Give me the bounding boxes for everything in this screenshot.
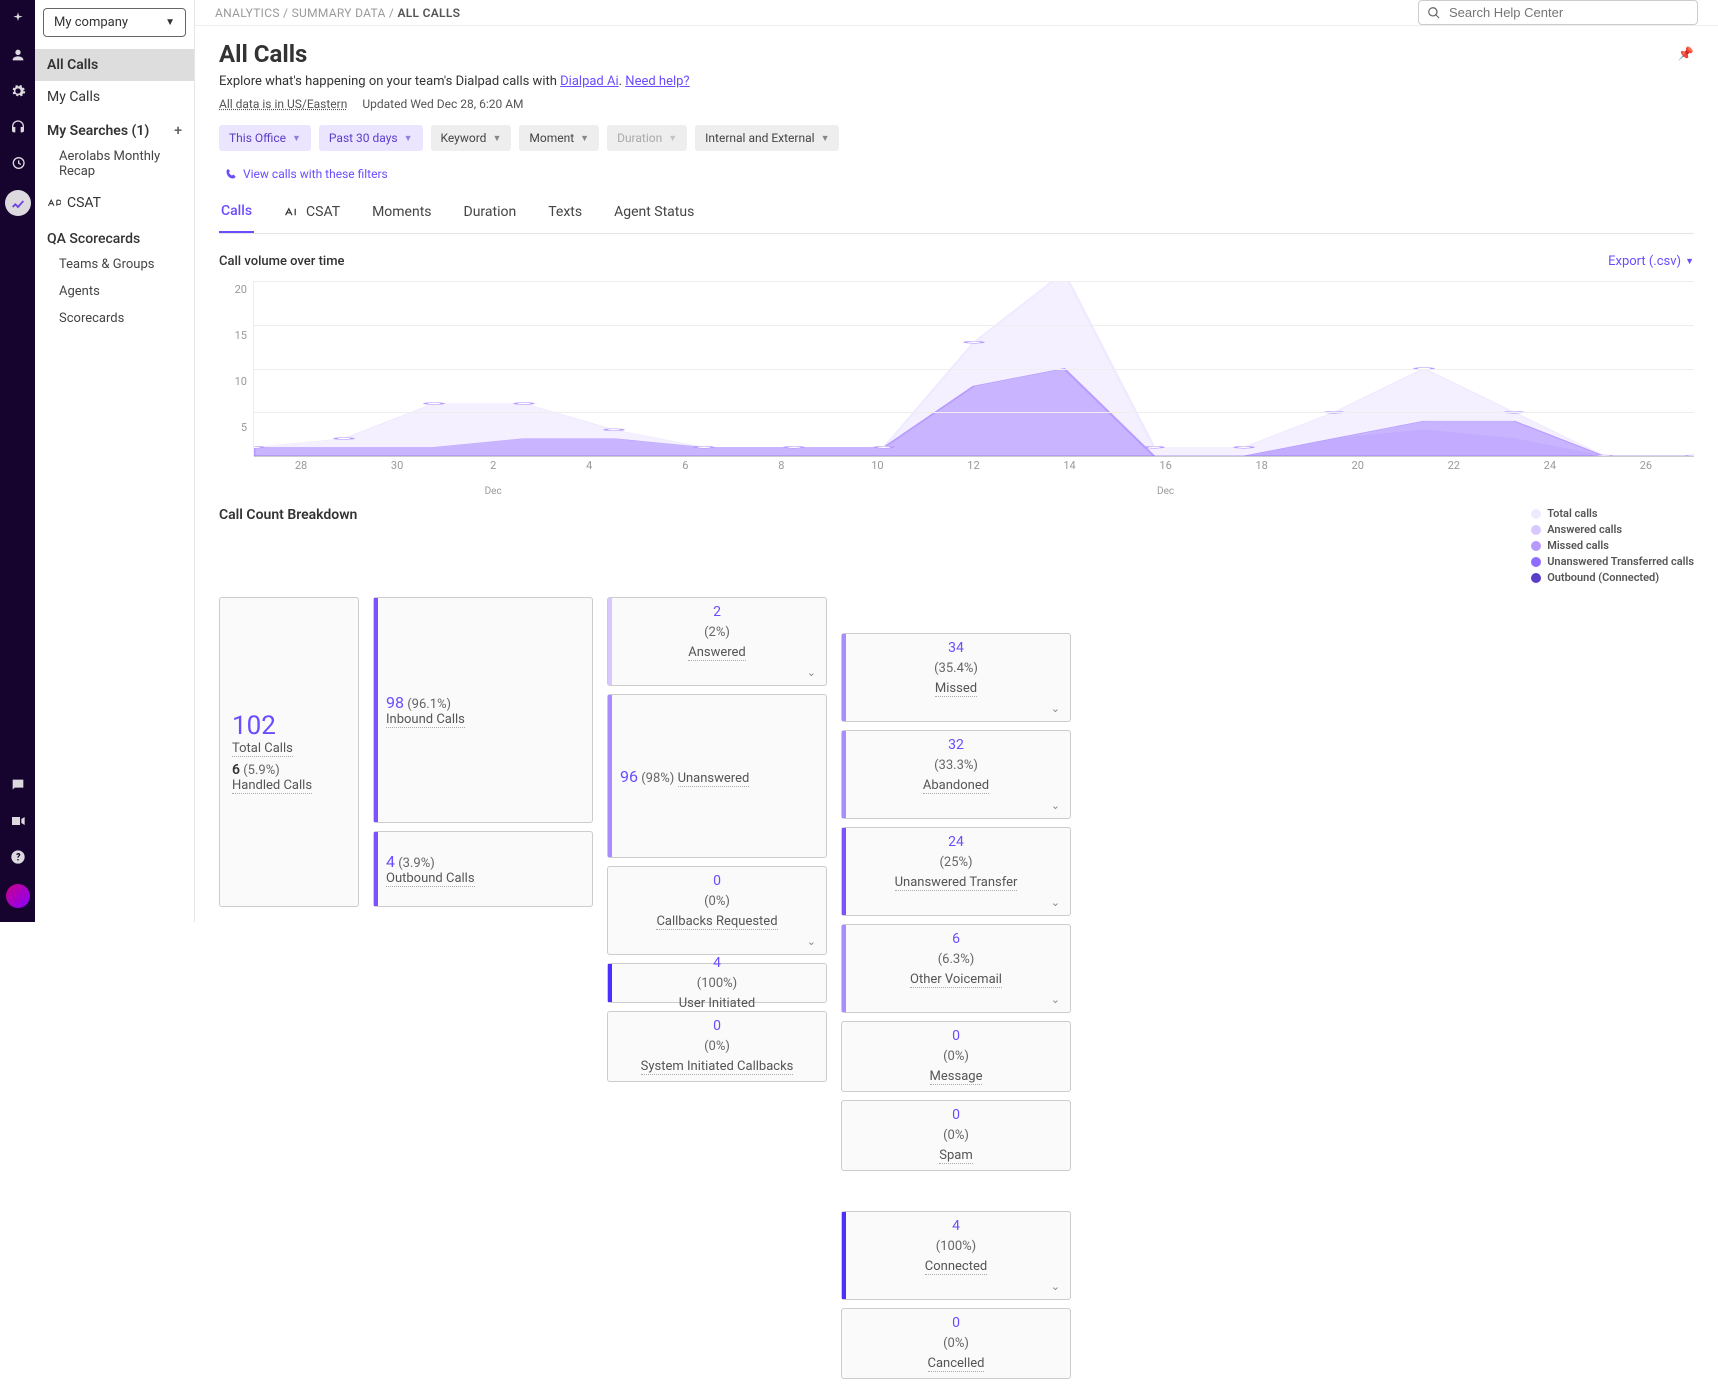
left-rail <box>0 0 35 922</box>
help-icon[interactable] <box>9 848 27 866</box>
x-axis: 28302Dec46810121416Dec1820222426 <box>253 459 1694 483</box>
legend-item: Total calls <box>1531 507 1694 520</box>
breadcrumb: ANALYTICS / SUMMARY DATA / ALL CALLS <box>215 6 460 20</box>
search-input[interactable] <box>1449 5 1689 20</box>
ai-csat-icon <box>47 198 61 208</box>
card-inbound: 98 (96.1%) Inbound Calls <box>373 597 593 823</box>
card-other-voicemail[interactable]: 6(6.3%)Other Voicemail⌄ <box>841 924 1071 1013</box>
subtitle: Explore what's happening on your team's … <box>219 74 1694 89</box>
view-calls-link[interactable]: View calls with these filters <box>225 167 1694 181</box>
search-icon <box>1427 6 1441 20</box>
filters: This Office▼ Past 30 days▼ Keyword▼ Moment▼… <box>219 125 1694 151</box>
filter-this-office[interactable]: This Office▼ <box>219 125 311 151</box>
main: ANALYTICS / SUMMARY DATA / ALL CALLS All… <box>195 0 1718 922</box>
chat-icon[interactable] <box>9 776 27 794</box>
card-abandoned[interactable]: 32(33.3%)Abandoned⌄ <box>841 730 1071 819</box>
card-callbacks-requested[interactable]: 0(0%)Callbacks Requested⌄ <box>607 866 827 955</box>
card-missed[interactable]: 34(35.4%)Missed⌄ <box>841 633 1071 722</box>
company-select[interactable]: My company ▼ <box>43 8 186 37</box>
breakdown: 102 Total Calls 6 (5.9%) Handled Calls 9… <box>219 597 1694 1379</box>
export-button[interactable]: Export (.csv)▼ <box>1608 254 1694 269</box>
filter-moment[interactable]: Moment▼ <box>519 125 599 151</box>
sidebar-qa-agents[interactable]: Agents <box>35 278 194 305</box>
chevron-down-icon[interactable]: ⌄ <box>1051 1280 1060 1293</box>
legend-item: Missed calls <box>1531 539 1694 552</box>
dialpad-ai-link[interactable]: Dialpad Ai <box>560 74 619 89</box>
chevron-down-icon[interactable]: ⌄ <box>807 935 816 948</box>
card-cancelled: 0(0%)Cancelled <box>841 1308 1071 1379</box>
timezone-link[interactable]: All data is in US/Eastern <box>219 97 347 111</box>
sparkle-icon[interactable] <box>9 10 27 28</box>
filter-past-30-days[interactable]: Past 30 days▼ <box>319 125 423 151</box>
video-icon[interactable] <box>9 812 27 830</box>
filter-duration[interactable]: Duration▼ <box>607 125 687 151</box>
need-help-link[interactable]: Need help? <box>625 74 689 89</box>
analytics-icon[interactable] <box>5 190 31 216</box>
headset-icon[interactable] <box>9 118 27 136</box>
search-help[interactable] <box>1418 0 1698 25</box>
sidebar-qa-scorecards[interactable]: QA Scorecards <box>35 221 194 251</box>
tabs: Calls CSAT Moments Duration Texts Agent Statu… <box>219 191 1694 234</box>
history-icon[interactable] <box>9 154 27 172</box>
legend-item: Answered calls <box>1531 523 1694 536</box>
tab-csat[interactable]: CSAT <box>282 191 342 233</box>
card-unanswered: 96 (98%) Unanswered <box>607 694 827 858</box>
chart-title: Call volume over time <box>219 254 345 269</box>
chevron-down-icon[interactable]: ⌄ <box>1051 799 1060 812</box>
sidebar-item-my-calls[interactable]: My Calls <box>35 81 194 113</box>
y-axis: 2015105 <box>219 281 253 456</box>
filter-keyword[interactable]: Keyword▼ <box>431 125 512 151</box>
chevron-down-icon[interactable]: ⌄ <box>807 666 816 679</box>
tab-texts[interactable]: Texts <box>546 191 584 233</box>
card-spam: 0(0%)Spam <box>841 1100 1071 1171</box>
sidebar-qa-teams[interactable]: Teams & Groups <box>35 251 194 278</box>
chevron-down-icon[interactable]: ⌄ <box>1051 702 1060 715</box>
card-answered[interactable]: 2(2%)Answered⌄ <box>607 597 827 686</box>
sidebar-qa-scorecards-sub[interactable]: Scorecards <box>35 305 194 332</box>
tab-agent-status[interactable]: Agent Status <box>612 191 696 233</box>
chart: 2015105 28302Dec46810121416Dec1820222426 <box>219 281 1694 481</box>
sidebar-csat[interactable]: CSAT <box>35 185 194 221</box>
company-label: My company <box>54 15 128 30</box>
legend: Total calls Answered calls Missed calls Una… <box>1531 507 1694 587</box>
phone-icon <box>225 168 237 180</box>
chevron-down-icon: ▼ <box>165 17 175 28</box>
avatar[interactable] <box>6 884 30 908</box>
plus-icon[interactable]: + <box>174 123 182 139</box>
plot-area <box>253 281 1694 456</box>
topbar: ANALYTICS / SUMMARY DATA / ALL CALLS <box>195 0 1718 26</box>
tab-moments[interactable]: Moments <box>370 191 433 233</box>
card-user-initiated: 4(100%)User Initiated <box>607 963 827 1003</box>
card-unanswered-transfer[interactable]: 24(25%)Unanswered Transfer⌄ <box>841 827 1071 916</box>
card-total-calls: 102 Total Calls 6 (5.9%) Handled Calls <box>219 597 359 907</box>
card-outbound: 4 (3.9%) Outbound Calls <box>373 831 593 907</box>
legend-item: Outbound (Connected) <box>1531 571 1694 584</box>
chevron-down-icon[interactable]: ⌄ <box>1051 993 1060 1006</box>
user-icon[interactable] <box>9 46 27 64</box>
chevron-down-icon[interactable]: ⌄ <box>1051 896 1060 909</box>
card-connected[interactable]: 4(100%)Connected⌄ <box>841 1211 1071 1300</box>
tab-calls[interactable]: Calls <box>219 191 254 233</box>
page-title: All Calls <box>219 40 307 68</box>
pin-icon[interactable]: 📌 <box>1678 47 1694 62</box>
card-message: 0(0%)Message <box>841 1021 1071 1092</box>
meta: All data is in US/Eastern Updated Wed De… <box>219 97 1694 111</box>
sidebar-item-all-calls[interactable]: All Calls <box>35 49 194 81</box>
gear-icon[interactable] <box>9 82 27 100</box>
sidebar: My company ▼ All Calls My Calls My Searc… <box>35 0 195 922</box>
legend-item: Unanswered Transferred calls <box>1531 555 1694 568</box>
breakdown-title: Call Count Breakdown <box>219 507 357 587</box>
sidebar-search-item[interactable]: Aerolabs Monthly Recap <box>35 143 194 185</box>
tab-duration[interactable]: Duration <box>462 191 519 233</box>
filter-internal-and-external[interactable]: Internal and External▼ <box>695 125 839 151</box>
sidebar-my-searches[interactable]: My Searches (1) + <box>35 113 194 143</box>
card-system-initiated: 0(0%)System Initiated Callbacks <box>607 1011 827 1082</box>
updated-text: Updated Wed Dec 28, 6:20 AM <box>362 97 523 111</box>
